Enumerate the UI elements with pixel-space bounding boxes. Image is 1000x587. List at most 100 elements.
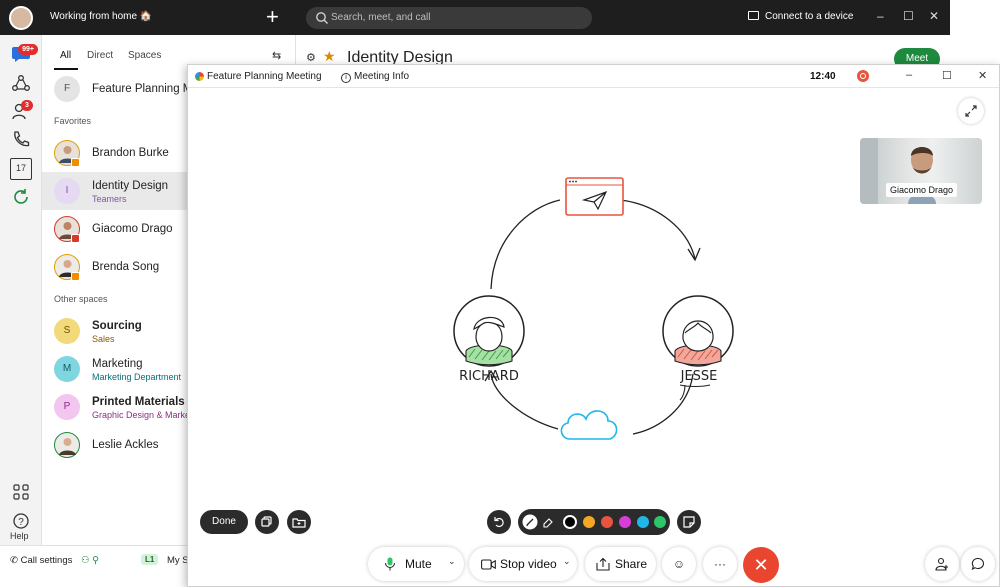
meeting-logo-icon: [195, 72, 204, 81]
end-call-button[interactable]: ✕: [743, 547, 779, 583]
search-input[interactable]: Search, meet, and call: [306, 7, 592, 29]
gear-icon[interactable]: ⚙: [306, 51, 316, 64]
meeting-info-button[interactable]: i Meeting Info: [341, 71, 409, 83]
svg-text:?: ?: [18, 517, 24, 528]
expand-button[interactable]: [958, 98, 984, 124]
arrow-top-right: [620, 199, 696, 260]
more-options-button[interactable]: ···: [703, 547, 737, 581]
status-text[interactable]: Working from home 🏠: [50, 11, 152, 22]
meeting-maximize-button[interactable]: ☐: [942, 69, 952, 82]
tab-spaces[interactable]: Spaces: [128, 50, 161, 61]
nav-rail: 99+ 3 17 ? Help: [0, 35, 42, 545]
self-view-video[interactable]: Giacomo Drago: [860, 138, 982, 204]
microphone-icon: [385, 557, 395, 571]
stop-video-button[interactable]: Stop video ⌄: [469, 547, 577, 581]
pen-icon[interactable]: [522, 514, 538, 530]
messages-badge: 99+: [18, 44, 38, 55]
meeting-info-label: Meeting Info: [354, 71, 410, 82]
sticky-note-icon: [683, 516, 695, 528]
meeting-time: 12:40: [810, 71, 836, 82]
jesse-label: JESSE: [680, 369, 718, 384]
send-card-icon: [565, 177, 624, 216]
calendar-icon[interactable]: 17: [10, 158, 32, 180]
copy-button[interactable]: [255, 510, 279, 534]
list-item-subtitle: Teamers: [92, 194, 127, 204]
jesse-avatar-drawing: [662, 295, 734, 367]
chevron-down-icon[interactable]: ⌄: [448, 556, 456, 567]
self-view-name: Giacomo Drago: [886, 183, 958, 197]
color-swatch-blue[interactable]: [637, 516, 649, 528]
star-icon[interactable]: ★: [323, 48, 336, 65]
new-plus-icon[interactable]: +: [266, 4, 279, 30]
color-swatch-red[interactable]: [601, 516, 613, 528]
person-photo-icon: [58, 438, 76, 455]
headset-icon: ⚇ ⚲: [81, 555, 100, 566]
tab-all[interactable]: All: [60, 50, 71, 61]
participants-button[interactable]: [925, 547, 959, 581]
chevron-down-icon[interactable]: ⌄: [563, 556, 571, 567]
reactions-button[interactable]: ☺: [662, 547, 696, 581]
folder-icon: [292, 518, 306, 528]
undo-button[interactable]: [487, 510, 511, 534]
list-item-subtitle: Sales: [92, 334, 115, 344]
recording-icon[interactable]: [857, 70, 869, 82]
minimize-button[interactable]: –: [877, 9, 884, 23]
user-avatar[interactable]: [9, 6, 33, 30]
meeting-window: Feature Planning Meeting i Meeting Info 1…: [187, 64, 1000, 587]
refresh-icon[interactable]: [10, 186, 32, 208]
help-icon[interactable]: ?: [10, 510, 32, 532]
list-item-name: Giacomo Drago: [92, 223, 173, 235]
avatar: S: [54, 318, 80, 344]
line-badge: L1: [141, 554, 159, 565]
avatar: P: [54, 394, 80, 420]
filter-icon[interactable]: ⇆: [272, 49, 281, 62]
richard-avatar-drawing: [453, 295, 525, 367]
cast-icon: [748, 11, 759, 20]
cloud-icon: [560, 410, 618, 440]
info-icon: i: [341, 73, 351, 83]
list-item-name: Identity Design: [92, 180, 169, 192]
list-item-name: Leslie Ackles: [92, 439, 159, 451]
meeting-close-button[interactable]: ✕: [978, 69, 987, 82]
color-swatch-magenta[interactable]: [619, 516, 631, 528]
color-swatch-orange[interactable]: [583, 516, 595, 528]
teams-icon[interactable]: [10, 73, 32, 95]
list-item-subtitle: Marketing Department: [92, 372, 182, 382]
tab-direct[interactable]: Direct: [87, 50, 113, 61]
apps-icon[interactable]: [10, 481, 32, 503]
meeting-titlebar: Feature Planning Meeting i Meeting Info 1…: [188, 65, 999, 88]
search-icon: [316, 12, 328, 24]
color-swatch-green[interactable]: [654, 516, 666, 528]
chat-button[interactable]: [961, 547, 995, 581]
status-dot: [71, 234, 80, 243]
avatar: I: [54, 178, 80, 204]
sticky-note-button[interactable]: [677, 510, 701, 534]
chat-icon: [971, 557, 984, 571]
arrow-top-left: [490, 199, 561, 290]
phone-icon[interactable]: [10, 129, 32, 151]
avatar: F: [54, 76, 80, 102]
share-button[interactable]: Share: [585, 547, 656, 581]
search-placeholder: Search, meet, and call: [331, 12, 431, 23]
mute-button[interactable]: Mute ⌄: [368, 547, 464, 581]
help-label[interactable]: Help: [10, 531, 29, 541]
call-controls: Mute ⌄ Stop video ⌄ Share ☺ ··· ✕: [188, 542, 999, 586]
done-button[interactable]: Done: [200, 510, 248, 534]
save-to-space-button[interactable]: [287, 510, 311, 534]
share-label: Share: [615, 557, 648, 571]
status-bar: ✆ Call settings ⚇ ⚲ L1 My S: [0, 545, 190, 587]
meeting-minimize-button[interactable]: –: [906, 69, 912, 81]
eraser-icon[interactable]: [541, 515, 555, 529]
color-swatch-black[interactable]: [563, 515, 577, 529]
other-spaces-label: Other spaces: [54, 294, 108, 304]
my-space-label[interactable]: My S: [167, 555, 189, 566]
participants-icon: [935, 557, 948, 571]
connect-device-button[interactable]: Connect to a device: [748, 11, 853, 22]
status-dot: [71, 272, 80, 281]
status-dot: [71, 158, 80, 167]
call-settings-button[interactable]: ✆ Call settings ⚇ ⚲: [10, 555, 99, 566]
phone-settings-icon: ✆: [10, 555, 18, 566]
richard-label: RICHARD: [459, 369, 519, 384]
maximize-button[interactable]: ☐: [903, 9, 914, 23]
close-button[interactable]: ✕: [929, 9, 939, 23]
